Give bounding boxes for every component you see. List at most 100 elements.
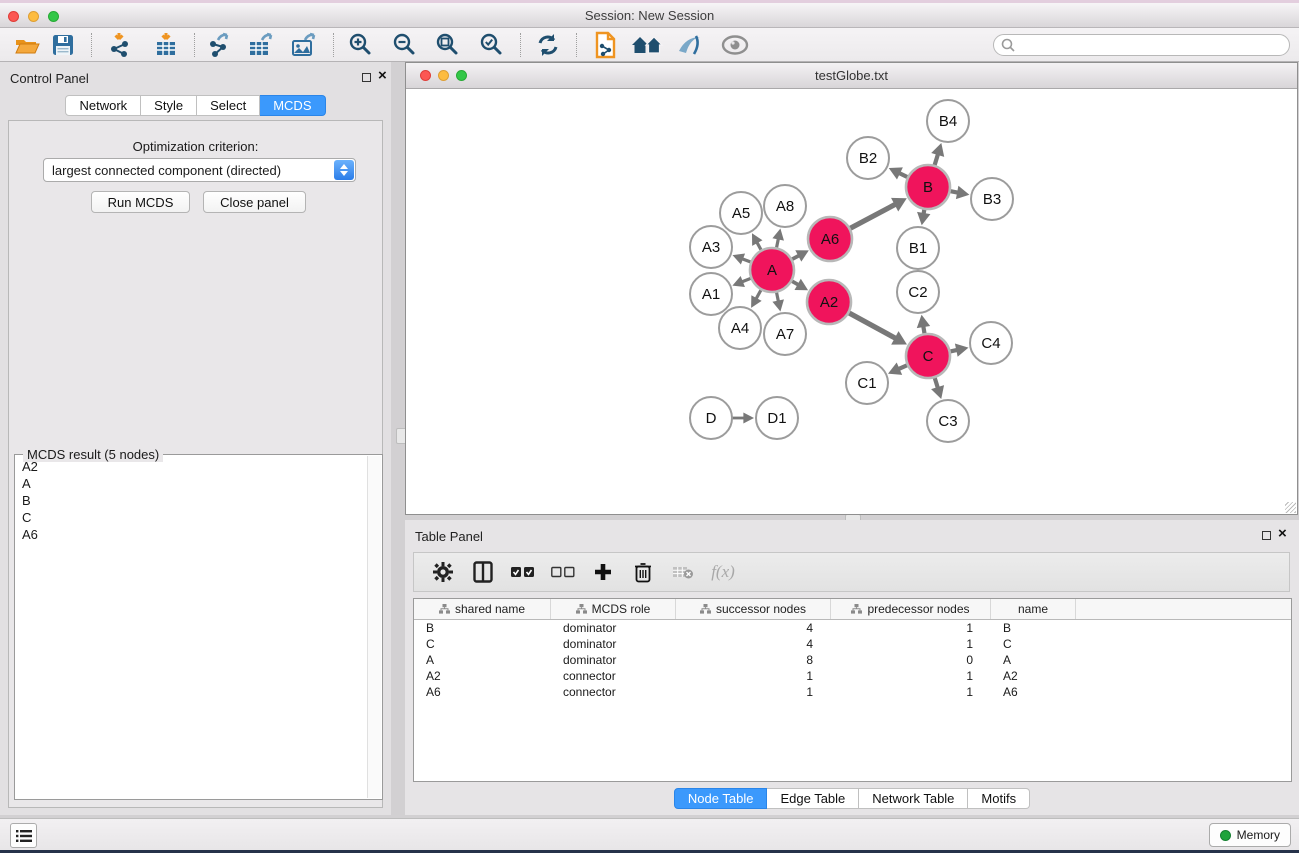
result-scrollbar[interactable] — [367, 456, 381, 798]
graph-node-label-C2: C2 — [908, 284, 927, 301]
table-row[interactable]: A2connector11A2 — [414, 668, 1291, 684]
columns-icon[interactable] — [470, 559, 496, 585]
network-file-icon[interactable] — [589, 31, 623, 59]
network-graph: AA1A2A3A4A5A6A7A8BB1B2B3B4CC1C2C3C4DD1 — [406, 89, 1297, 514]
checked-boxes-icon[interactable] — [510, 559, 536, 585]
column-header-predecessor-nodes[interactable]: predecessor nodes — [831, 599, 991, 619]
cell-successor-nodes: 8 — [676, 652, 831, 668]
cell-successor-nodes: 1 — [676, 668, 831, 684]
table-panel-tabs: Node TableEdge TableNetwork TableMotifs — [674, 788, 1030, 809]
graph-node-label-D1: D1 — [767, 410, 786, 427]
graph-node-label-B: B — [923, 179, 933, 196]
tab-network[interactable]: Network — [65, 95, 141, 116]
tab-edge-table[interactable]: Edge Table — [767, 788, 859, 809]
zoom-selected-icon[interactable] — [475, 31, 509, 59]
close-table-panel-icon[interactable]: × — [1278, 526, 1287, 542]
close-window-button[interactable] — [8, 11, 19, 22]
import-table-icon[interactable] — [149, 31, 183, 59]
cell-successor-nodes: 4 — [676, 620, 831, 636]
tab-motifs[interactable]: Motifs — [968, 788, 1030, 809]
result-item-a2[interactable]: A2 — [16, 458, 366, 475]
table-header-row: shared nameMCDS rolesuccessor nodesprede… — [414, 599, 1291, 620]
table-row[interactable]: Cdominator41C — [414, 636, 1291, 652]
cell-shared-name: A — [414, 652, 551, 668]
table-row[interactable]: A6connector11A6 — [414, 684, 1291, 700]
zoom-window-button[interactable] — [48, 11, 59, 22]
gear-icon[interactable] — [430, 559, 456, 585]
graph-node-label-C1: C1 — [857, 375, 876, 392]
cell-successor-nodes: 1 — [676, 684, 831, 700]
close-panel-button[interactable]: Close panel — [203, 191, 306, 213]
toolbar-separator — [576, 33, 577, 57]
close-panel-icon[interactable]: × — [378, 68, 387, 84]
network-canvas[interactable]: AA1A2A3A4A5A6A7A8BB1B2B3B4CC1C2C3C4DD1 — [406, 89, 1297, 514]
result-item-a6[interactable]: A6 — [16, 526, 366, 543]
tab-node-table[interactable]: Node Table — [674, 788, 768, 809]
refresh-icon[interactable] — [531, 31, 565, 59]
plus-icon[interactable] — [590, 559, 616, 585]
dropdown-stepper-icon — [334, 160, 354, 180]
graph-node-label-A2: A2 — [820, 294, 838, 311]
close-network-button[interactable] — [420, 70, 431, 81]
control-panel-title: Control Panel — [10, 71, 89, 86]
hierarchy-icon — [851, 604, 862, 614]
result-item-b[interactable]: B — [16, 492, 366, 509]
result-item-c[interactable]: C — [16, 509, 366, 526]
export-table-icon[interactable] — [244, 31, 278, 59]
resize-grip-icon[interactable] — [1285, 502, 1296, 513]
open-folder-icon[interactable] — [10, 31, 44, 59]
save-icon[interactable] — [46, 31, 80, 59]
unchecked-boxes-icon[interactable] — [550, 559, 576, 585]
zoom-in-icon[interactable] — [344, 31, 378, 59]
column-header-MCDS-role[interactable]: MCDS role — [551, 599, 676, 619]
mcds-tab-content: Optimization criterion: largest connecte… — [8, 120, 383, 808]
table-row[interactable]: Adominator80A — [414, 652, 1291, 668]
hide-panel-icon[interactable] — [673, 31, 707, 59]
export-image-icon[interactable] — [287, 31, 321, 59]
tab-style[interactable]: Style — [141, 95, 197, 116]
search-icon — [1000, 37, 1016, 53]
trash-icon[interactable] — [630, 559, 656, 585]
graph-node-label-B4: B4 — [939, 113, 957, 130]
zoom-out-icon[interactable] — [388, 31, 422, 59]
column-header-shared-name[interactable]: shared name — [414, 599, 551, 619]
search-input[interactable] — [1016, 36, 1289, 54]
function-icon: f(x) — [710, 559, 736, 585]
tab-select[interactable]: Select — [197, 95, 260, 116]
tab-mcds[interactable]: MCDS — [260, 95, 325, 116]
task-history-button[interactable] — [10, 823, 37, 848]
graph-node-label-A: A — [767, 262, 777, 279]
import-network-icon[interactable] — [104, 31, 138, 59]
criterion-dropdown[interactable]: largest connected component (directed) — [43, 158, 356, 182]
column-header-name[interactable]: name — [991, 599, 1076, 619]
network-window-titlebar: testGlobe.txt — [406, 63, 1297, 89]
run-mcds-button[interactable]: Run MCDS — [91, 191, 190, 213]
float-table-panel-icon[interactable] — [1262, 531, 1271, 540]
main-toolbar — [0, 28, 1299, 62]
cell-predecessor-nodes: 0 — [831, 652, 991, 668]
memory-status-icon — [1220, 830, 1231, 841]
minimize-window-button[interactable] — [28, 11, 39, 22]
edge-A6-B — [849, 204, 896, 229]
table-row[interactable]: Bdominator41B — [414, 620, 1291, 636]
float-panel-icon[interactable] — [362, 73, 371, 82]
control-panel: Control Panel × NetworkStyleSelectMCDS O… — [0, 62, 391, 815]
criterion-value: largest connected component (directed) — [52, 163, 281, 178]
arrowhead-A-A7 — [772, 299, 784, 311]
network-window-title: testGlobe.txt — [815, 68, 888, 83]
zoom-network-button[interactable] — [456, 70, 467, 81]
memory-button[interactable]: Memory — [1209, 823, 1291, 847]
mcds-result-list: A2ABCA6 — [16, 458, 366, 798]
result-item-a[interactable]: A — [16, 475, 366, 492]
export-network-icon[interactable] — [202, 31, 236, 59]
graph-node-label-A4: A4 — [731, 320, 749, 337]
tab-network-table[interactable]: Network Table — [859, 788, 968, 809]
zoom-fit-icon[interactable] — [431, 31, 465, 59]
arrowhead-C-C4 — [955, 344, 969, 357]
minimize-network-button[interactable] — [438, 70, 449, 81]
graph-node-label-C4: C4 — [981, 335, 1000, 352]
home-icon[interactable] — [630, 31, 664, 59]
hierarchy-icon — [576, 604, 587, 614]
eye-icon[interactable] — [718, 31, 752, 59]
column-header-successor-nodes[interactable]: successor nodes — [676, 599, 831, 619]
